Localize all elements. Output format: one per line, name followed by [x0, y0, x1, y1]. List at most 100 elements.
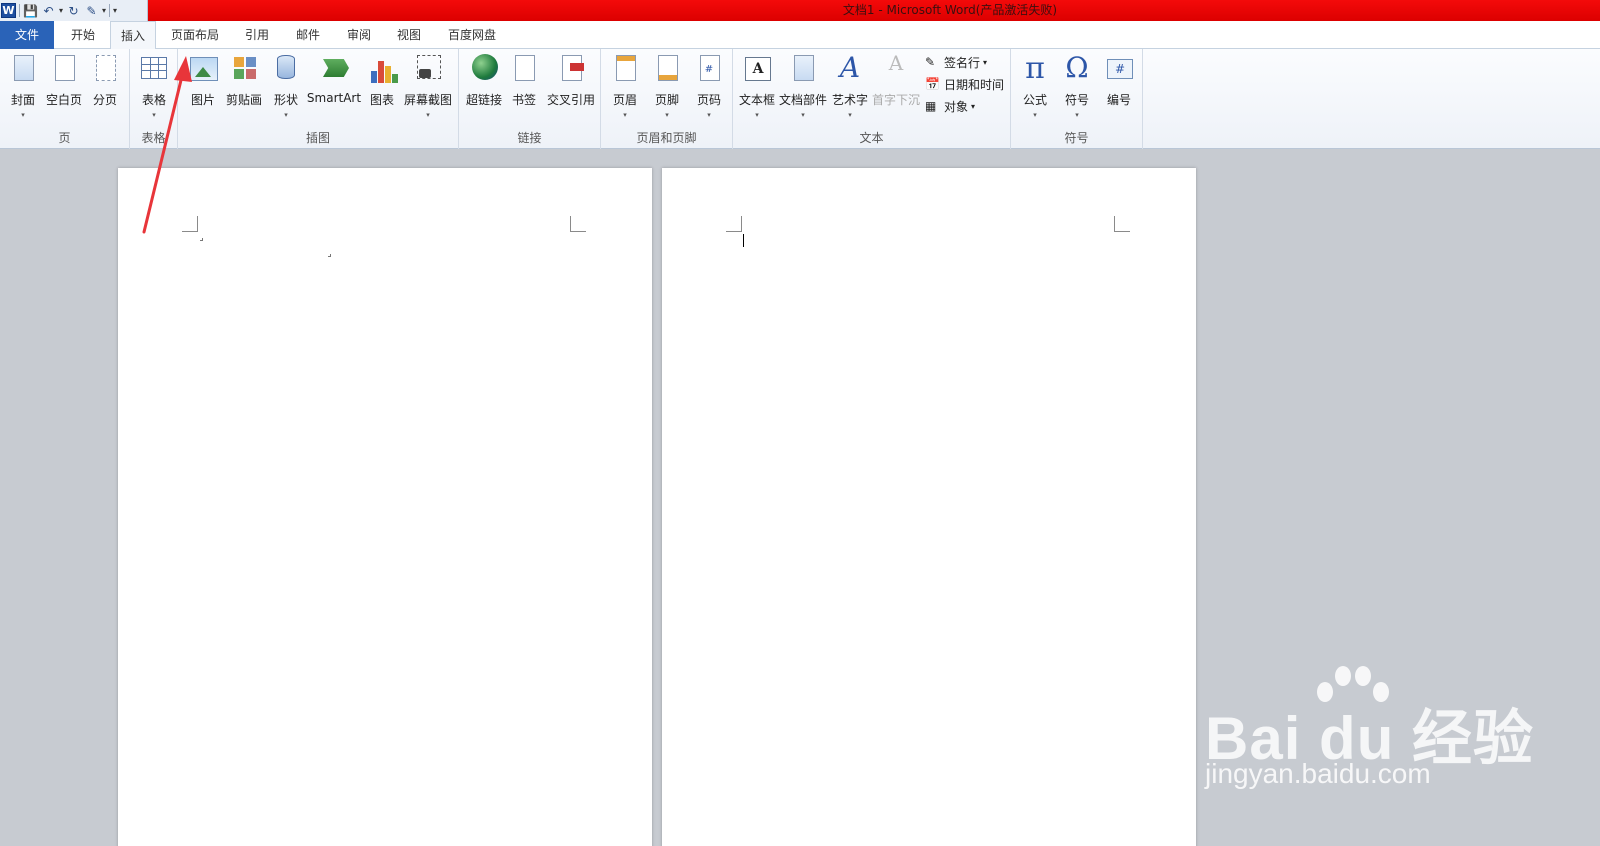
- drop-cap-button[interactable]: A 首字下沉: [871, 51, 921, 108]
- margin-corner-top-right: [570, 216, 586, 232]
- baidu-watermark: Bai du 经验 jingyan.baidu.com: [1205, 660, 1533, 800]
- number-button[interactable]: # 编号: [1103, 53, 1135, 108]
- bookmark-label: 书签: [511, 93, 536, 107]
- chevron-down-icon: ▾: [707, 111, 711, 119]
- cross-reference-label: 交叉引用: [546, 93, 595, 107]
- footer-label: 页脚: [654, 93, 679, 107]
- footer-button[interactable]: 页脚 ▾: [651, 53, 683, 119]
- table-button[interactable]: 表格 ▾: [138, 53, 170, 119]
- smartart-icon: [319, 53, 349, 85]
- wordart-button[interactable]: A 艺术字 ▾: [831, 51, 869, 119]
- tab-mailings[interactable]: 邮件: [291, 21, 325, 49]
- group-tables: 表格 ▾ 表格: [130, 49, 178, 149]
- table-label: 表格: [141, 93, 166, 107]
- tab-home[interactable]: 开始: [64, 21, 102, 49]
- chevron-down-icon: ▾: [284, 111, 288, 119]
- textbox-button[interactable]: A 文本框 ▾: [739, 53, 775, 119]
- wordart-icon: A: [839, 51, 861, 84]
- customize-dropdown-icon[interactable]: ▾: [102, 6, 106, 15]
- chevron-down-icon: ▾: [1075, 111, 1079, 119]
- picture-label: 图片: [190, 93, 215, 107]
- page-number-icon: #: [694, 53, 724, 85]
- hyperlink-button[interactable]: 超链接: [465, 53, 503, 108]
- blank-page-icon: [49, 53, 79, 85]
- tab-insert[interactable]: 插入: [110, 21, 156, 50]
- object-label: 对象: [944, 100, 969, 114]
- group-header-footer: 页眉 ▾ 页脚 ▾ # 页码 ▾ 页眉和页脚: [601, 49, 733, 149]
- picture-button[interactable]: 图片: [186, 53, 220, 108]
- group-label-pages: 页: [58, 131, 71, 145]
- chart-button[interactable]: 图表: [366, 53, 398, 108]
- customize-icon[interactable]: ✎: [84, 3, 99, 18]
- chart-icon: [367, 53, 398, 85]
- screenshot-button[interactable]: 屏幕截图 ▾: [402, 53, 454, 119]
- header-button[interactable]: 页眉 ▾: [609, 53, 641, 119]
- calendar-icon: 📅: [925, 77, 940, 91]
- equation-button[interactable]: π 公式 ▾: [1019, 51, 1051, 119]
- quick-parts-label: 文档部件: [779, 93, 828, 107]
- document-page-2[interactable]: [662, 168, 1196, 846]
- watermark-url: jingyan.baidu.com: [1205, 758, 1431, 789]
- clipart-icon: [229, 53, 259, 85]
- symbol-button[interactable]: Ω 符号 ▾: [1061, 51, 1093, 119]
- group-illustrations: 图片 剪贴画 形状 ▾ SmartArt 图表 屏幕截图 ▾ 插图: [178, 49, 459, 149]
- blank-page-button[interactable]: 空白页: [44, 53, 84, 108]
- drop-cap-label: 首字下沉: [871, 93, 920, 107]
- bookmark-icon: [509, 53, 539, 85]
- save-icon[interactable]: 💾: [23, 3, 38, 18]
- object-icon: ▦: [925, 99, 937, 113]
- shapes-button[interactable]: 形状 ▾: [270, 53, 302, 119]
- smartart-button[interactable]: SmartArt: [306, 53, 362, 105]
- tab-review[interactable]: 审阅: [342, 21, 376, 49]
- textbox-label: 文本框: [739, 93, 776, 107]
- document-page-1[interactable]: [118, 168, 652, 846]
- page-number-button[interactable]: # 页码 ▾: [693, 53, 725, 119]
- bookmark-button[interactable]: 书签: [509, 53, 539, 108]
- textbox-icon: A: [742, 53, 772, 85]
- text-cursor: [743, 234, 744, 247]
- chevron-down-icon: ▾: [665, 111, 669, 119]
- page-break-icon: [90, 53, 120, 85]
- footer-icon: [652, 53, 682, 85]
- margin-corner-top-right: [1114, 216, 1130, 232]
- clipart-button[interactable]: 剪贴画: [224, 53, 264, 108]
- tab-file[interactable]: 文件: [0, 21, 54, 49]
- group-links: 超链接 书签 交叉引用 链接: [459, 49, 601, 149]
- tab-references[interactable]: 引用: [240, 21, 274, 49]
- chevron-down-icon: ▾: [1033, 111, 1037, 119]
- quick-parts-button[interactable]: 文档部件 ▾: [779, 53, 827, 119]
- chevron-down-icon: ▾: [426, 111, 430, 119]
- page-break-button[interactable]: 分页: [88, 53, 122, 108]
- word-app-icon[interactable]: W: [1, 3, 16, 18]
- smartart-label: SmartArt: [306, 91, 362, 105]
- chevron-down-icon: ▾: [848, 111, 852, 119]
- signature-line-button[interactable]: ✎ 签名行 ▾: [925, 54, 987, 71]
- undo-dropdown-icon[interactable]: ▾: [59, 6, 63, 15]
- chart-label: 图表: [369, 93, 394, 107]
- tab-page-layout[interactable]: 页面布局: [166, 21, 224, 49]
- quick-parts-icon: [788, 53, 818, 85]
- chevron-down-icon: ▾: [983, 58, 988, 67]
- object-button[interactable]: ▦ 对象 ▾: [925, 98, 975, 115]
- date-time-label: 日期和时间: [944, 78, 1005, 92]
- tab-view[interactable]: 视图: [392, 21, 426, 49]
- page-number-label: 页码: [696, 93, 721, 107]
- paragraph-mark: [328, 254, 331, 257]
- screenshot-icon: [413, 53, 443, 85]
- cross-reference-button[interactable]: 交叉引用: [545, 53, 597, 108]
- group-label-header-footer: 页眉和页脚: [636, 131, 697, 145]
- undo-icon[interactable]: ↶: [41, 3, 56, 18]
- date-time-button[interactable]: 📅 日期和时间: [925, 76, 1004, 93]
- qat-more-icon[interactable]: ▾: [113, 6, 117, 15]
- redo-icon[interactable]: ↻: [66, 3, 81, 18]
- cover-page-button[interactable]: 封面 ▾: [6, 53, 40, 119]
- wordart-label: 艺术字: [831, 93, 868, 107]
- tab-baidu-netdisk[interactable]: 百度网盘: [443, 21, 501, 49]
- signature-line-label: 签名行: [944, 56, 981, 70]
- chevron-down-icon: ▾: [21, 111, 25, 119]
- equation-label: 公式: [1022, 93, 1047, 107]
- table-icon: [139, 53, 169, 85]
- signature-icon: ✎: [925, 55, 936, 69]
- margin-corner-top-left: [182, 216, 198, 232]
- chevron-down-icon: ▾: [623, 111, 627, 119]
